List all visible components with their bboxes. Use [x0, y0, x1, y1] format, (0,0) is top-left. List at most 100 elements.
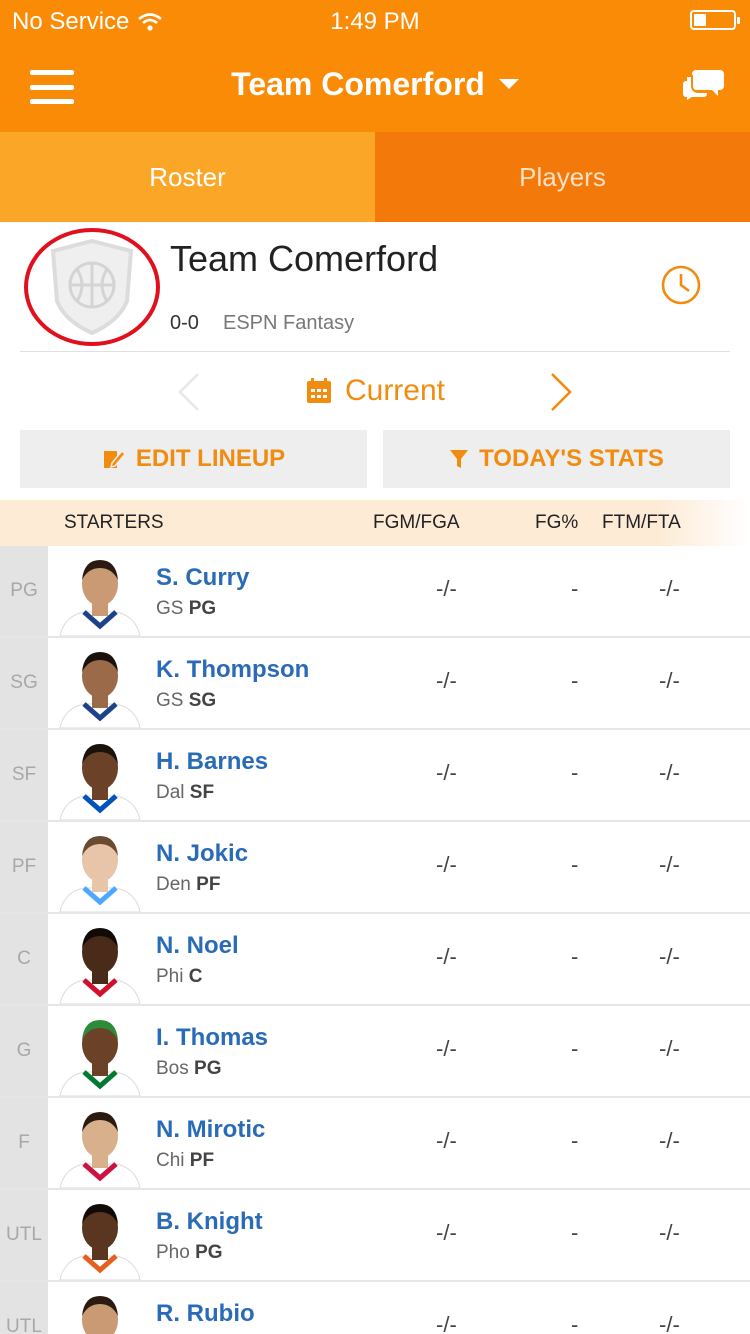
player-team-position: Pho PG	[156, 1242, 223, 1264]
slot-label[interactable]: PG	[0, 546, 48, 636]
edit-lineup-label: EDIT LINEUP	[135, 445, 286, 472]
slot-label[interactable]: SF	[0, 730, 48, 820]
player-headshot[interactable]	[54, 1194, 146, 1280]
stat-ftm-fta: -/-	[659, 1312, 680, 1334]
stat-ftm-fta: -/-	[659, 1036, 680, 1061]
column-header: STARTERS FGM/FGA FG% FTM/FTA	[0, 500, 750, 546]
player-position: PF	[196, 874, 221, 895]
player-position: PG	[188, 598, 217, 619]
stat-fg-pct: -	[571, 944, 579, 969]
navigation-bar: Team Comerford	[0, 40, 750, 132]
player-name[interactable]: N. Jokic	[156, 840, 248, 868]
period-label[interactable]: Current	[0, 374, 750, 408]
player-row[interactable]: SG K. Thompson GS SG -/- - -/-	[0, 638, 750, 730]
player-name[interactable]: S. Curry	[156, 564, 249, 592]
status-time: 1:49 PM	[330, 8, 420, 35]
player-position: SG	[188, 690, 217, 711]
stat-fgm-fga: -/-	[436, 944, 457, 969]
chat-bubbles-icon[interactable]	[682, 66, 724, 102]
roster-list: PG S. Curry GS PG -/- - -/- SG K. Thompson GS SG…	[0, 546, 750, 1334]
todays-stats-label: TODAY'S STATS	[479, 445, 664, 472]
stat-ftm-fta: -/-	[659, 576, 680, 601]
player-row[interactable]: G I. Thomas Bos PG -/- - -/-	[0, 1006, 750, 1098]
player-row[interactable]: PG S. Curry GS PG -/- - -/-	[0, 546, 750, 638]
team-selector-label: Team Comerford	[231, 66, 485, 102]
player-name[interactable]: R. Rubio	[156, 1300, 255, 1328]
player-row[interactable]: PF N. Jokic Den PF -/- - -/-	[0, 822, 750, 914]
player-row[interactable]: C N. Noel Phi C -/- - -/-	[0, 914, 750, 1006]
clock-icon[interactable]	[660, 264, 702, 306]
status-bar: No Service 1:49 PM	[0, 0, 750, 40]
player-team-position: Chi PF	[156, 1150, 214, 1172]
period-selector: Current	[0, 352, 750, 430]
tab-bar: Roster Players	[0, 132, 750, 222]
stat-fg-pct: -	[571, 1312, 579, 1334]
slot-label[interactable]: UTL	[0, 1190, 48, 1280]
tab-players[interactable]: Players	[375, 132, 750, 222]
stat-ftm-fta: -/-	[659, 944, 680, 969]
player-row[interactable]: F N. Mirotic Chi PF -/- - -/-	[0, 1098, 750, 1190]
player-team-position: Dal SF	[156, 782, 214, 804]
column-ftm-fta: FTM/FTA	[602, 512, 681, 533]
stat-fgm-fga: -/-	[436, 852, 457, 877]
stat-fg-pct: -	[571, 1036, 579, 1061]
player-team: Bos	[156, 1058, 189, 1079]
stat-ftm-fta: -/-	[659, 668, 680, 693]
player-name[interactable]: H. Barnes	[156, 748, 268, 776]
stat-fgm-fga: -/-	[436, 576, 457, 601]
stat-fgm-fga: -/-	[436, 1128, 457, 1153]
team-selector[interactable]: Team Comerford	[0, 66, 750, 103]
action-bar: EDIT LINEUP TODAY'S STATS	[0, 430, 750, 488]
player-row[interactable]: SF H. Barnes Dal SF -/- - -/-	[0, 730, 750, 822]
slot-label[interactable]: UTL	[0, 1282, 48, 1334]
stat-fg-pct: -	[571, 1128, 579, 1153]
player-team: GS	[156, 690, 184, 711]
team-logo[interactable]	[24, 228, 160, 346]
stat-fgm-fga: -/-	[436, 1220, 457, 1245]
stat-fg-pct: -	[571, 576, 579, 601]
stat-fgm-fga: -/-	[436, 760, 457, 785]
player-team-position: Bos PG	[156, 1058, 221, 1080]
player-team-position: GS SG	[156, 690, 216, 712]
player-row[interactable]: UTL R. Rubio -/- - -/-	[0, 1282, 750, 1334]
player-position: PG	[194, 1058, 222, 1079]
player-team: Chi	[156, 1150, 185, 1171]
player-headshot[interactable]	[54, 1102, 146, 1188]
tab-roster[interactable]: Roster	[0, 132, 375, 222]
player-headshot[interactable]	[54, 734, 146, 820]
chevron-right-icon[interactable]	[548, 372, 574, 412]
slot-label[interactable]: SG	[0, 638, 48, 728]
player-position: C	[188, 966, 203, 987]
slot-label[interactable]: G	[0, 1006, 48, 1096]
column-fgm-fga: FGM/FGA	[373, 512, 460, 533]
player-headshot[interactable]	[54, 918, 146, 1004]
player-name[interactable]: B. Knight	[156, 1208, 263, 1236]
player-name[interactable]: K. Thompson	[156, 656, 309, 684]
player-name[interactable]: N. Mirotic	[156, 1116, 265, 1144]
chevron-down-icon	[498, 78, 519, 89]
slot-label[interactable]: PF	[0, 822, 48, 912]
slot-label[interactable]: F	[0, 1098, 48, 1188]
player-headshot[interactable]	[54, 642, 146, 728]
player-team: Dal	[156, 782, 185, 803]
stat-fg-pct: -	[571, 852, 579, 877]
player-headshot[interactable]	[54, 1010, 146, 1096]
edit-lineup-button[interactable]: EDIT LINEUP	[20, 430, 367, 488]
team-name: Team Comerford	[170, 238, 439, 279]
player-name[interactable]: I. Thomas	[156, 1024, 268, 1052]
todays-stats-button[interactable]: TODAY'S STATS	[383, 430, 730, 488]
player-headshot[interactable]	[54, 550, 146, 636]
stat-fgm-fga: -/-	[436, 1036, 457, 1061]
player-team: Den	[156, 874, 191, 895]
stat-fg-pct: -	[571, 760, 579, 785]
player-row[interactable]: UTL B. Knight Pho PG -/- - -/-	[0, 1190, 750, 1282]
slot-label[interactable]: C	[0, 914, 48, 1004]
column-fg-pct: FG%	[535, 512, 579, 533]
player-headshot[interactable]	[54, 826, 146, 912]
player-headshot[interactable]	[54, 1286, 146, 1334]
battery-icon	[690, 10, 740, 30]
team-summary: Team Comerford 0-0 ESPN Fantasy	[20, 222, 730, 352]
stat-ftm-fta: -/-	[659, 760, 680, 785]
player-name[interactable]: N. Noel	[156, 932, 239, 960]
stat-fgm-fga: -/-	[436, 1312, 457, 1334]
